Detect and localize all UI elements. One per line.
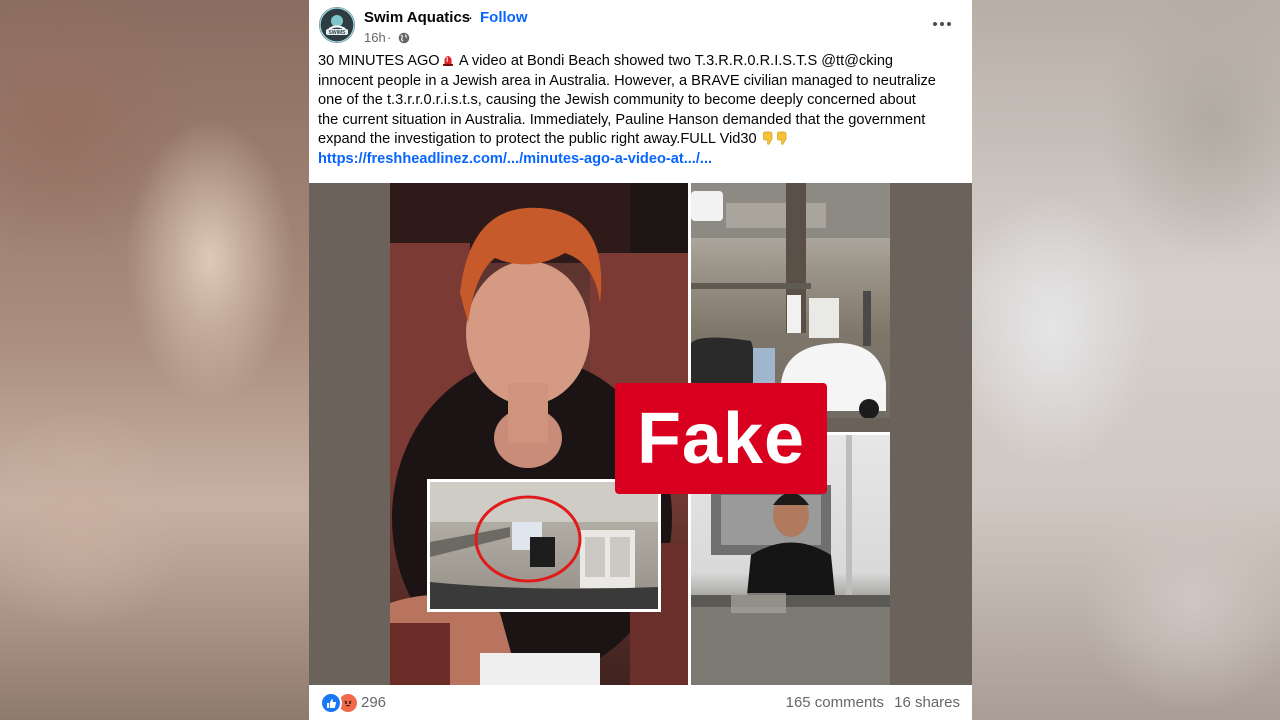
reaction-icons[interactable] bbox=[320, 692, 359, 714]
fake-label-overlay: Fake bbox=[615, 383, 827, 494]
caption-line-1: 30 MINUTES AGO A video at Bondi Beach sh… bbox=[318, 52, 963, 72]
post-footer: 296 165 comments 16 shares bbox=[309, 685, 972, 720]
comments-count[interactable]: 165 comments bbox=[786, 694, 884, 711]
background-blur-right bbox=[972, 0, 1280, 720]
image-collage: Fake bbox=[390, 183, 890, 685]
background-blur-left bbox=[0, 0, 309, 720]
point-down-emoji-icon bbox=[762, 132, 773, 146]
like-reaction-icon bbox=[320, 692, 342, 714]
follow-button[interactable]: Follow bbox=[480, 9, 528, 26]
caption-headline: 30 MINUTES AGO bbox=[318, 53, 440, 69]
post-header: SWIMS Swim Aquatics · Follow 16h · bbox=[309, 0, 972, 50]
swims-logo-icon: SWIMS bbox=[319, 7, 355, 43]
page-name[interactable]: Swim Aquatics bbox=[364, 9, 470, 26]
post-timestamp[interactable]: 16h bbox=[364, 30, 386, 45]
siren-emoji-icon bbox=[442, 56, 453, 66]
svg-text:SWIMS: SWIMS bbox=[329, 30, 347, 36]
point-down-emoji-icon-2 bbox=[776, 132, 787, 146]
post-media[interactable]: Fake bbox=[309, 183, 972, 685]
reaction-count[interactable]: 296 bbox=[361, 694, 386, 711]
globe-icon bbox=[398, 31, 410, 49]
post-caption: 30 MINUTES AGO A video at Bondi Beach sh… bbox=[318, 52, 963, 170]
more-horizontal-icon bbox=[933, 22, 951, 26]
inset-photo-struggle bbox=[427, 479, 661, 612]
caption-line-4: the current situation in Australia. Imme… bbox=[318, 111, 926, 128]
inset-scene-illustration bbox=[430, 482, 658, 609]
name-separator: · bbox=[468, 9, 473, 26]
time-separator: · bbox=[387, 30, 392, 45]
caption-line-5: expand the investigation to protect the … bbox=[318, 130, 963, 150]
facebook-post: SWIMS Swim Aquatics · Follow 16h · 30 MI… bbox=[309, 0, 972, 720]
caption-line-3: one of the t.3.r.r.0.r.i.s.t.s, causing … bbox=[318, 92, 916, 109]
caption-line-2: innocent people in a Jewish area in Aust… bbox=[318, 72, 936, 89]
more-options-button[interactable] bbox=[930, 12, 954, 36]
caption-line-5-text: expand the investigation to protect the … bbox=[318, 131, 757, 148]
shares-count[interactable]: 16 shares bbox=[894, 694, 960, 711]
article-link[interactable]: https://freshheadlinez.com/.../minutes-a… bbox=[318, 150, 963, 170]
page-avatar[interactable]: SWIMS bbox=[319, 7, 355, 43]
caption-line-1-text: A video at Bondi Beach showed two T.3.R.… bbox=[455, 53, 894, 69]
